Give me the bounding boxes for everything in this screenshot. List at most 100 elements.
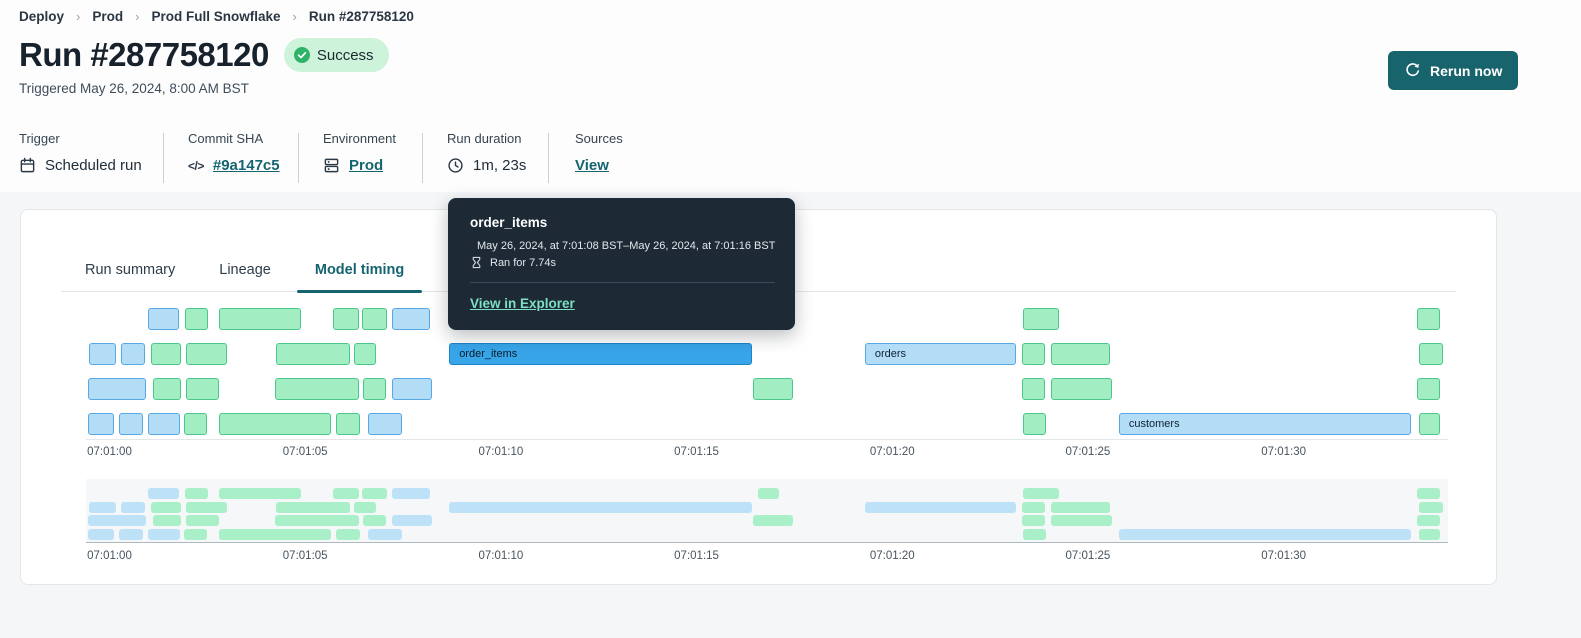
- gantt-bar[interactable]: [1023, 413, 1047, 435]
- gantt-bar[interactable]: [185, 343, 227, 365]
- gantt-bar[interactable]: [185, 378, 219, 400]
- gantt-bar[interactable]: [1051, 343, 1110, 365]
- gantt-bar-label: order_items: [459, 348, 518, 360]
- gantt-bar[interactable]: [332, 308, 359, 330]
- sources-view-link[interactable]: View: [575, 157, 609, 174]
- gantt-bar: [391, 515, 432, 526]
- gantt-bar: [275, 515, 359, 526]
- gantt-bar[interactable]: [1022, 378, 1045, 400]
- gantt-bar[interactable]: [1022, 343, 1045, 365]
- rerun-now-button[interactable]: Rerun now: [1388, 51, 1519, 90]
- gantt-bar: [753, 515, 794, 526]
- gantt-bar[interactable]: [87, 413, 114, 435]
- tooltip-model-name: order_items: [470, 215, 548, 230]
- gantt-bar[interactable]: [391, 378, 432, 400]
- gantt-bar: [1022, 515, 1045, 526]
- environment-link[interactable]: Prod: [349, 157, 383, 174]
- gantt-bar[interactable]: [184, 308, 208, 330]
- meta-duration: Run duration 1m, 23s: [447, 131, 526, 174]
- axis-tick-label: 07:01:00: [87, 550, 132, 562]
- gantt-bar[interactable]: [1419, 343, 1443, 365]
- gantt-bar[interactable]: [219, 308, 302, 330]
- gantt-bar: [147, 488, 179, 499]
- gantt-bar: [1419, 501, 1443, 513]
- axis-tick-label: 07:01:05: [282, 446, 328, 458]
- meta-commit: Commit SHA </> #9a147c5: [188, 131, 280, 174]
- gantt-bar[interactable]: [1416, 378, 1441, 400]
- gantt-bar-label: customers: [1128, 418, 1180, 430]
- gantt-bar-order_items: [449, 501, 753, 513]
- gantt-bar[interactable]: [336, 413, 360, 435]
- gantt-bar[interactable]: [219, 413, 331, 435]
- gantt-bar: [1023, 528, 1047, 540]
- breadcrumb-separator-icon: ›: [292, 9, 297, 24]
- gantt-bar: [219, 528, 331, 540]
- axis-tick-label: 07:01:15: [674, 550, 719, 562]
- gantt-bar[interactable]: [120, 343, 145, 365]
- timeline-overview-brush[interactable]: [86, 479, 1448, 543]
- divider: [548, 133, 549, 183]
- gantt-bar[interactable]: [367, 413, 402, 435]
- gantt-bar[interactable]: [391, 308, 430, 330]
- gantt-bar: [185, 501, 227, 513]
- gantt-bar[interactable]: [354, 343, 376, 365]
- gantt-bar[interactable]: [1051, 378, 1112, 400]
- gantt-bar-orders[interactable]: orders: [864, 343, 1017, 365]
- gantt-bar[interactable]: [152, 378, 181, 400]
- gantt-bar: [219, 488, 302, 499]
- gantt-bar[interactable]: [183, 413, 207, 435]
- breadcrumb-job[interactable]: Prod Full Snowflake: [151, 9, 280, 24]
- gantt-bar[interactable]: [150, 343, 181, 365]
- tab-run-summary[interactable]: Run summary: [67, 248, 193, 292]
- divider: [298, 133, 299, 183]
- gantt-bar: [118, 528, 143, 540]
- axis-tick-label: 07:01:15: [674, 446, 719, 458]
- meta-label: Environment: [323, 131, 396, 146]
- breadcrumb-deploy[interactable]: Deploy: [19, 9, 64, 24]
- gantt-bar[interactable]: [361, 308, 387, 330]
- breadcrumb-run[interactable]: Run #287758120: [309, 9, 414, 24]
- gantt-bar: [87, 515, 146, 526]
- divider: [163, 133, 164, 183]
- breadcrumb-prod[interactable]: Prod: [92, 9, 123, 24]
- gantt-bar[interactable]: [1418, 413, 1441, 435]
- gantt-bar[interactable]: [89, 343, 117, 365]
- breadcrumb: Deploy › Prod › Prod Full Snowflake › Ru…: [19, 9, 414, 24]
- tab-lineage[interactable]: Lineage: [201, 248, 289, 292]
- gantt-bar: [391, 488, 430, 499]
- commit-sha-link[interactable]: #9a147c5: [213, 157, 280, 174]
- meta-label: Sources: [575, 131, 623, 146]
- gantt-bar[interactable]: [276, 343, 350, 365]
- tab-model-timing[interactable]: Model timing: [296, 248, 423, 293]
- gantt-bar[interactable]: [363, 378, 386, 400]
- gantt-bar-order_items[interactable]: order_items: [449, 343, 753, 365]
- gantt-bar: [332, 488, 359, 499]
- gantt-bar: [152, 515, 181, 526]
- gantt-bar: [150, 501, 181, 513]
- meta-label: Run duration: [447, 131, 522, 146]
- meta-label: Commit SHA: [188, 131, 264, 146]
- divider: [422, 133, 423, 183]
- gantt-bar[interactable]: [1416, 308, 1441, 330]
- gantt-bar[interactable]: [147, 413, 180, 435]
- view-in-explorer-link[interactable]: View in Explorer: [470, 296, 575, 311]
- gantt-bar: [1051, 515, 1112, 526]
- time-axis: 07:01:00 07:01:05 07:01:10 07:01:15 07:01:20…: [86, 446, 1448, 460]
- page-title: Run #287758120: [19, 36, 269, 73]
- gantt-bar[interactable]: [275, 378, 359, 400]
- gantt-bar: [120, 501, 145, 513]
- axis-tick-label: 07:01:25: [1065, 446, 1111, 458]
- trigger-value: Scheduled run: [45, 157, 142, 174]
- gantt-bar: [1416, 515, 1441, 526]
- gantt-bar[interactable]: [87, 378, 146, 400]
- axis-tick-label: 07:01:10: [478, 446, 524, 458]
- gantt-bar[interactable]: [753, 378, 794, 400]
- gantt-bar-customers[interactable]: customers: [1118, 413, 1411, 435]
- gantt-bar[interactable]: [118, 413, 143, 435]
- success-check-icon: [293, 47, 310, 63]
- axis-tick-label: 07:01:10: [478, 550, 524, 562]
- gantt-bar[interactable]: [147, 308, 179, 330]
- gantt-bar: [185, 515, 219, 526]
- gantt-bar[interactable]: [1023, 308, 1059, 330]
- axis-tick-label: 07:01:05: [282, 550, 328, 562]
